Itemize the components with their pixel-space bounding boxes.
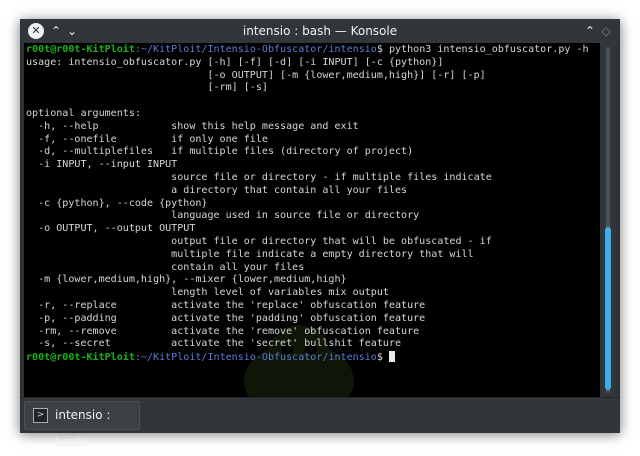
output-line: optional arguments: <box>26 107 141 119</box>
output-line: a directory that contain all your files <box>26 184 408 196</box>
vertical-scrollbar[interactable] <box>600 43 616 397</box>
output-line: -r, --replace activate the 'replace' obf… <box>26 299 426 311</box>
scrollbar-thumb[interactable] <box>605 226 611 390</box>
output-line: language used in source file or director… <box>26 210 420 222</box>
window-title: intensio : bash — Konsole <box>242 24 398 38</box>
text-cursor <box>388 351 395 363</box>
output-line: -p, --padding activate the 'padding' obf… <box>26 312 426 324</box>
terminal-area[interactable]: r00t@r00t-KitPloit:~/KitPloit/Intensio-O… <box>24 43 600 397</box>
final-prompt-symbol: $ <box>376 352 389 364</box>
terminal-icon: > <box>33 408 48 423</box>
output-line: [-o OUTPUT] [-m {lower,medium,high}] [-r… <box>26 69 486 81</box>
tab-intensio-bash[interactable]: > intensio : bash <box>24 401 140 449</box>
prompt-path: :~/KitPloit/Intensio-Obfuscator/intensio <box>134 44 377 55</box>
output-line: [-rm] [-s] <box>26 82 268 94</box>
output-line: contain all your files <box>26 261 305 273</box>
prompt-user: r00t@r00t-KitPloit <box>26 44 135 55</box>
output-line: -f, --onefile if only one file <box>26 133 268 145</box>
command-line: r00t@r00t-KitPloit:~/KitPloit/Intensio-O… <box>26 44 600 57</box>
maximize-icon[interactable]: ⌃ <box>582 23 598 39</box>
title-bar[interactable]: ✕ ⌃ ⌄ intensio : bash — Konsole ⌃ ◇ <box>20 19 620 43</box>
output-line: -rm, --remove activate the 'remove' obfu… <box>26 325 420 337</box>
tab-bar: > intensio : bash <box>20 397 620 449</box>
output-line: -c {python}, --code {python} <box>26 197 208 209</box>
tab-label: intensio : bash <box>55 408 111 449</box>
output-line: -s, --secret activate the 'secret' bulls… <box>26 338 402 350</box>
output-line: output file or directory that will be ob… <box>26 235 492 247</box>
final-prompt-line: r00t@r00t-KitPloit:~/KitPloit/Intensio-O… <box>26 351 600 364</box>
command-text: python3 intensio_obfuscator.py -h <box>382 44 589 55</box>
output-line: -i INPUT, --input INPUT <box>26 159 178 171</box>
output-line: -d, --multiplefiles if multiple files (d… <box>26 146 414 158</box>
output-line: multiple file indicate a empty directory… <box>26 248 474 260</box>
output-line: source file or directory - if multiple f… <box>26 171 492 183</box>
output-line: -m {lower,medium,high}, --mixer {lower,m… <box>26 274 347 286</box>
konsole-window: ✕ ⌃ ⌄ intensio : bash — Konsole ⌃ ◇ r00t… <box>20 19 620 449</box>
final-prompt-user: r00t@r00t-KitPloit <box>26 352 135 364</box>
output-line: usage: intensio_obfuscator.py [-h] [-f] … <box>26 56 444 68</box>
output-lines: usage: intensio_obfuscator.py [-h] [-f] … <box>26 57 600 351</box>
output-line: -o OUTPUT, --output OUTPUT <box>26 223 196 235</box>
final-prompt-path: :~/KitPloit/Intensio-Obfuscator/intensio <box>134 352 377 364</box>
output-line: length level of variables mix output <box>26 287 389 299</box>
restore-icon[interactable]: ◇ <box>598 23 614 39</box>
output-line: -h, --help show this help message and ex… <box>26 120 359 132</box>
terminal-output: r00t@r00t-KitPloit:~/KitPloit/Intensio-O… <box>26 44 600 364</box>
